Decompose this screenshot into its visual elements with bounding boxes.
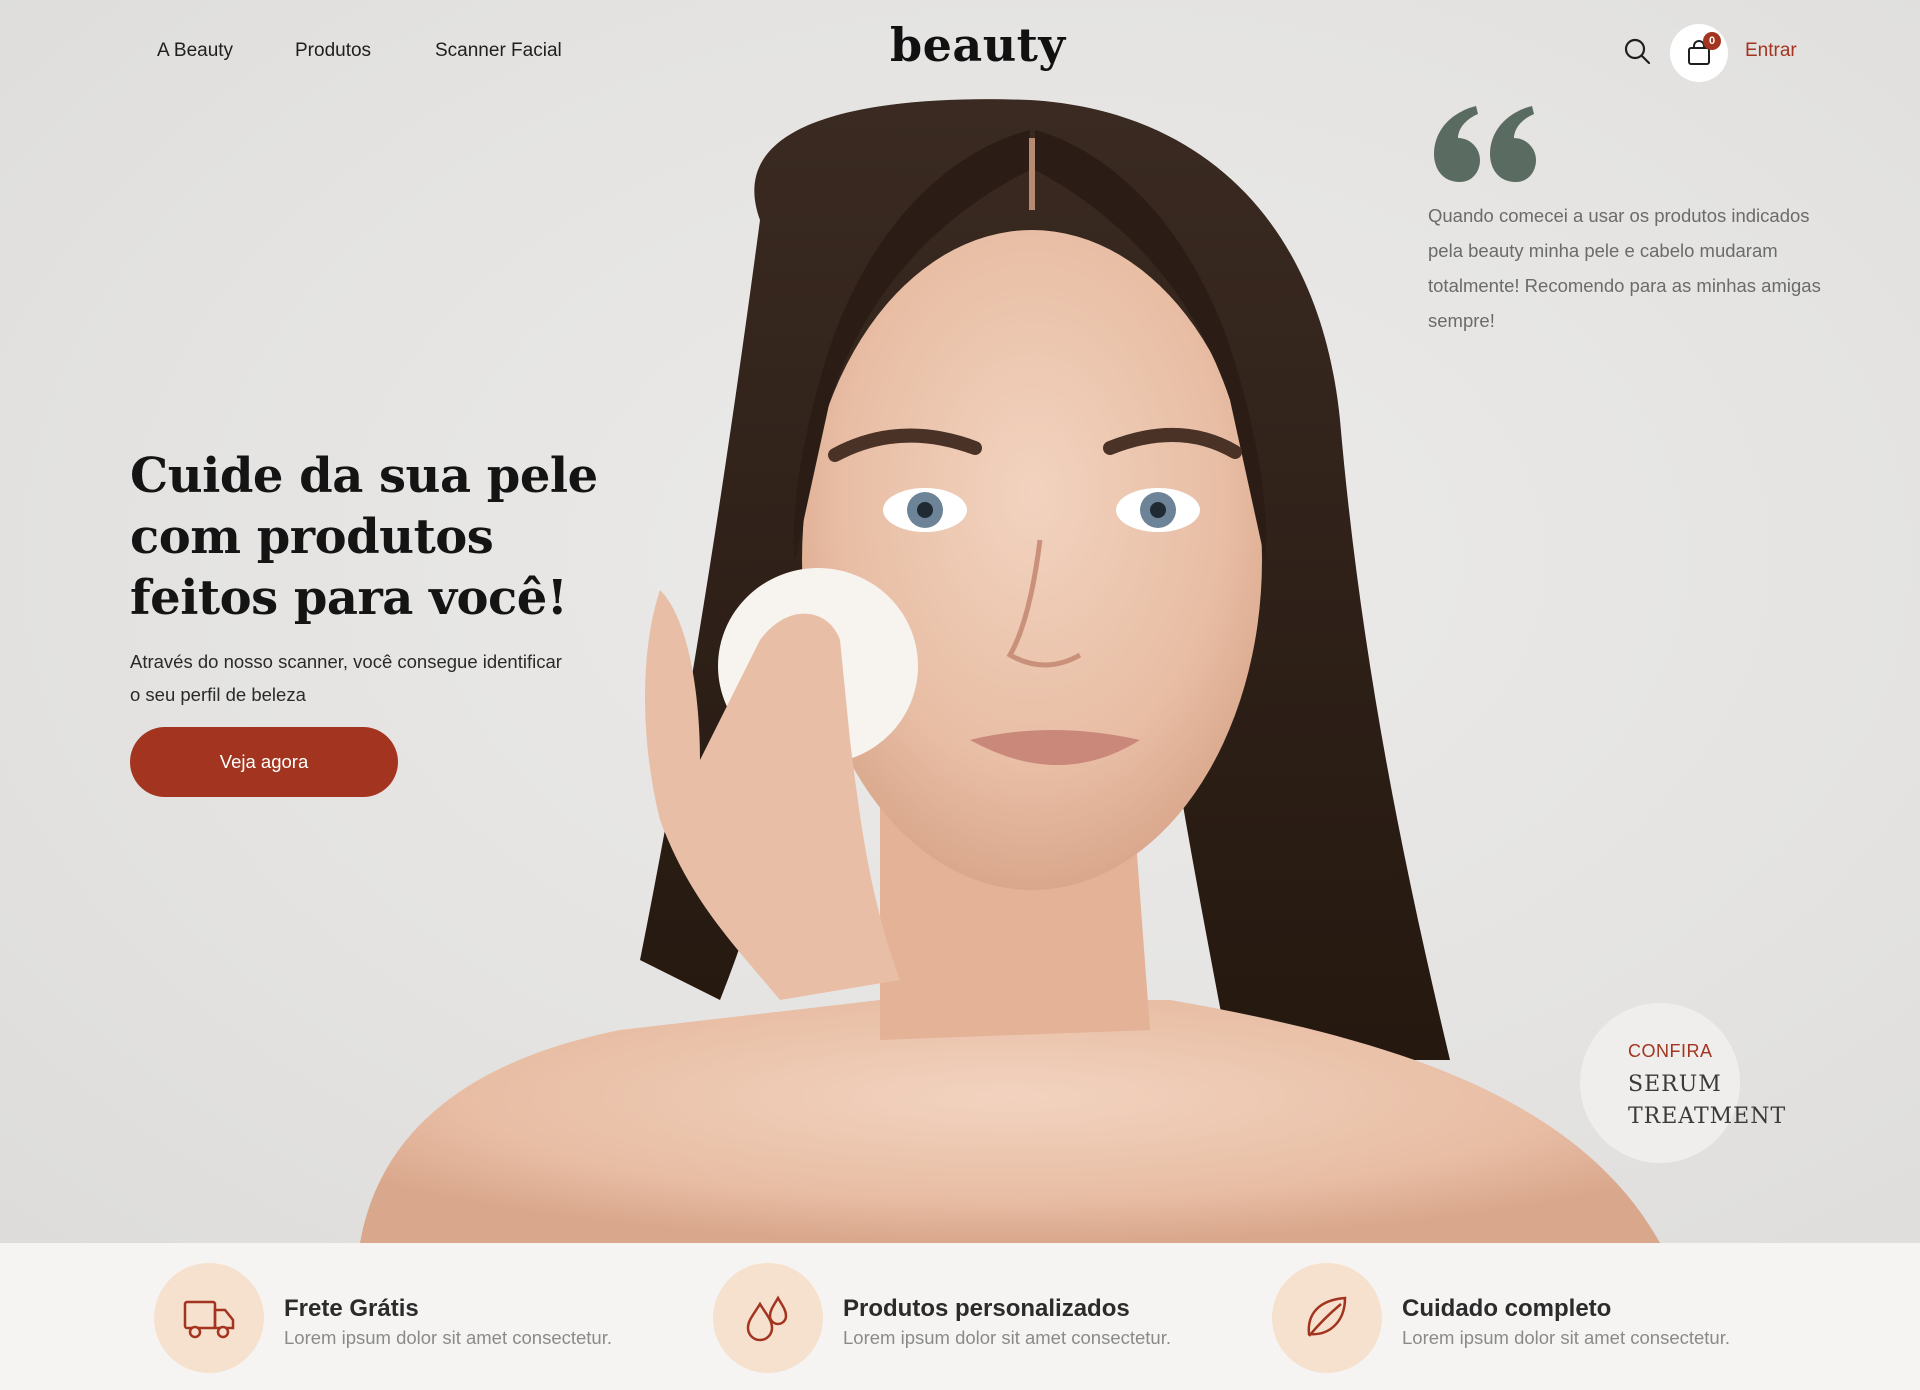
- nav-link-scanner-facial[interactable]: Scanner Facial: [435, 40, 562, 62]
- brand-logo[interactable]: beauty: [890, 18, 1066, 72]
- cart-count-badge: 0: [1703, 32, 1721, 50]
- nav-link-a-beauty[interactable]: A Beauty: [157, 40, 233, 62]
- serum-badge-label: CONFIRA: [1628, 1041, 1713, 1061]
- feature-icon-circle: [713, 1263, 823, 1373]
- top-navigation: A Beauty Produtos Scanner Facial beauty …: [0, 0, 1920, 104]
- feature-title: Cuidado completo: [1402, 1295, 1612, 1322]
- cart-button[interactable]: 0: [1670, 24, 1728, 82]
- testimonial-quote: Quando comecei a usar os produtos indica…: [1428, 205, 1821, 331]
- feature-description: Lorem ipsum dolor sit amet consectetur.: [843, 1327, 1172, 1348]
- leaf-icon: [1307, 1296, 1347, 1337]
- quote-mark-icon: [1434, 106, 1536, 182]
- hero-subtitle: Através do nosso scanner, você consegue …: [130, 651, 562, 705]
- search-button[interactable]: [1622, 36, 1652, 66]
- feature-icon-circle: [154, 1263, 264, 1373]
- feature-icon-circle: [1272, 1263, 1382, 1373]
- droplets-icon: [746, 1295, 788, 1342]
- serum-badge-title: SERUM TREATMENT: [1628, 1072, 1787, 1129]
- feature-description: Lorem ipsum dolor sit amet consectetur.: [1402, 1327, 1731, 1348]
- feature-title: Frete Grátis: [284, 1295, 419, 1322]
- see-now-button[interactable]: Veja agora: [130, 727, 398, 797]
- login-link[interactable]: Entrar: [1745, 40, 1797, 62]
- serum-treatment-badge[interactable]: CONFIRA SERUM TREATMENT: [1580, 1003, 1785, 1163]
- search-icon: [1624, 38, 1651, 65]
- features-bar: Frete Grátis Lorem ipsum dolor sit amet …: [0, 1243, 1920, 1390]
- feature-description: Lorem ipsum dolor sit amet consectetur.: [284, 1327, 613, 1348]
- truck-icon: [183, 1300, 235, 1339]
- nav-link-produtos[interactable]: Produtos: [295, 40, 371, 62]
- hero-headline: Cuide da sua pele com produtos feitos pa…: [130, 448, 598, 626]
- feature-title: Produtos personalizados: [843, 1295, 1130, 1322]
